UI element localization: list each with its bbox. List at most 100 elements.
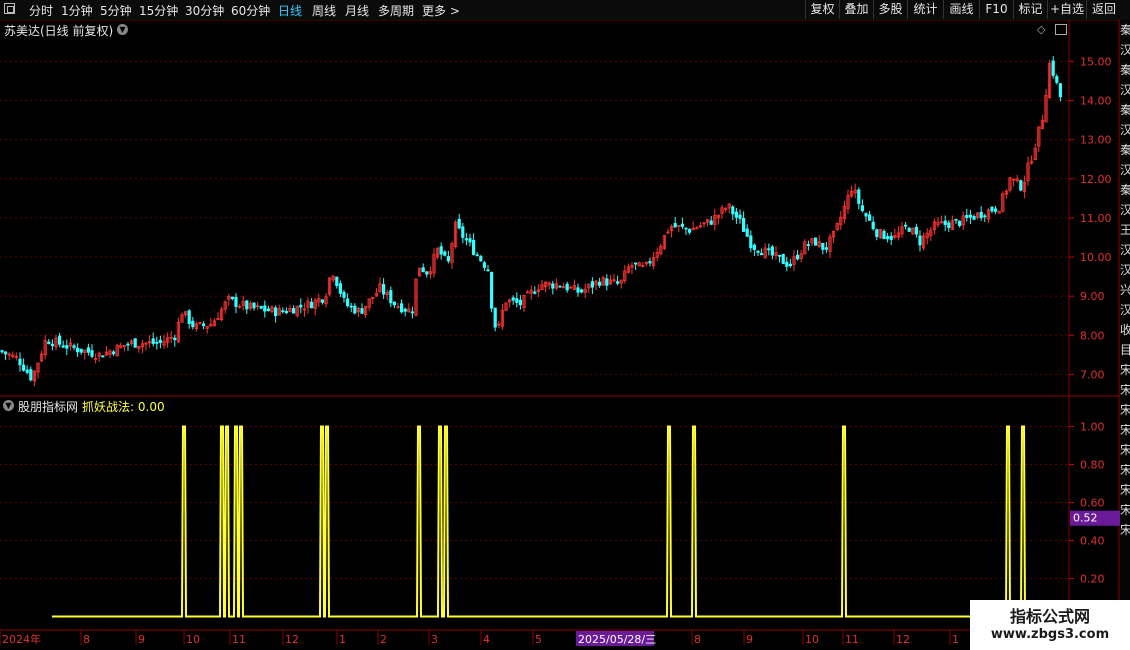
- price-tick-label: 12.00: [1080, 173, 1112, 186]
- candle-body: [590, 281, 595, 288]
- candle-body: [605, 278, 609, 286]
- candle-body: [788, 263, 793, 267]
- watermark: 指标公式网 www.zbgs3.com: [970, 600, 1130, 650]
- candle-body: [21, 364, 26, 371]
- candle-body: [871, 221, 875, 230]
- candle-body: [634, 262, 638, 265]
- candle-body: [914, 226, 919, 235]
- indicator-series-line: [52, 425, 1069, 618]
- side-panel-strip: 秦汉秦汉秦汉秦汉秦汉王汉汉兴汉收目宋宋宋宋宋宋宋宋宋: [1120, 20, 1130, 630]
- candle-body: [309, 301, 314, 309]
- date-highlight-label: 2025/05/28/三: [578, 633, 656, 646]
- candle-body: [580, 289, 584, 293]
- x-tick-label: 10: [805, 633, 819, 646]
- candle-body: [709, 220, 713, 225]
- price-tick-label: 9.00: [1080, 290, 1105, 303]
- chart-title: 苏美达(日线 前复权): [4, 24, 114, 38]
- candle-body: [673, 223, 677, 228]
- candle-body: [79, 348, 83, 353]
- candle-body: [860, 205, 865, 212]
- candle-body: [263, 305, 267, 312]
- candle-body: [479, 256, 483, 262]
- candle-body: [259, 305, 263, 309]
- side-char: 宋: [1120, 423, 1130, 437]
- side-char: 宋: [1120, 523, 1130, 537]
- cursor-value-label: 0.52: [1073, 512, 1098, 525]
- candle-body: [18, 358, 22, 366]
- side-char: 汉: [1120, 43, 1130, 57]
- candle-body: [558, 285, 562, 288]
- watermark-title: 指标公式网: [1009, 607, 1090, 626]
- candle-body: [947, 222, 951, 229]
- candle-body: [443, 251, 447, 256]
- price-tick-label: 14.00: [1080, 95, 1112, 108]
- candle-body: [515, 298, 519, 303]
- candle-body: [475, 254, 479, 257]
- candle-body: [616, 281, 620, 284]
- price-tick-label: 8.00: [1080, 329, 1105, 342]
- candle-body: [958, 220, 962, 227]
- window-toggle-icon[interactable]: [1055, 24, 1067, 35]
- x-tick-label: 2024年: [2, 632, 41, 646]
- candle-body: [907, 227, 911, 232]
- candle-body: [155, 341, 159, 344]
- side-char: 收: [1120, 323, 1130, 337]
- candle-body: [943, 220, 947, 225]
- price-tick-label: 10.00: [1080, 251, 1112, 264]
- candle-body: [972, 215, 976, 220]
- candle-body: [151, 338, 155, 344]
- candle-body: [857, 189, 861, 204]
- indicator-source: 股朋指标网: [18, 400, 79, 414]
- candle-body: [875, 229, 879, 237]
- price-tick-label: 11.00: [1080, 212, 1112, 225]
- candle-body: [201, 323, 206, 327]
- candle-body: [112, 351, 116, 355]
- price-tick-label: 7.00: [1080, 368, 1105, 381]
- candle-body: [551, 283, 555, 289]
- side-char: 兴: [1120, 283, 1130, 297]
- x-tick-label: 3: [431, 633, 438, 646]
- candle-body: [101, 355, 105, 358]
- indicator-menu-icon[interactable]: ▼: [3, 400, 14, 411]
- candle-body: [868, 214, 872, 221]
- candle-body: [335, 276, 339, 286]
- side-char: 汉: [1120, 163, 1130, 177]
- candle-body: [576, 287, 580, 293]
- price-chart[interactable]: 7.008.009.0010.0011.0012.0013.0014.0015.…: [0, 0, 1130, 650]
- chevron-down-icon[interactable]: ▼: [117, 24, 128, 35]
- candle-body: [338, 283, 343, 294]
- candle-body: [90, 350, 94, 357]
- candle-body: [486, 269, 490, 272]
- diamond-icon[interactable]: ◇: [1037, 23, 1045, 36]
- candle-body: [864, 213, 868, 217]
- candle-body: [731, 206, 735, 215]
- candle-body: [994, 208, 998, 212]
- side-char: 宋: [1120, 363, 1130, 377]
- candle-body: [439, 246, 443, 255]
- candle-body: [410, 311, 415, 314]
- candle-body: [342, 291, 346, 298]
- candle-body: [806, 244, 811, 247]
- x-tick-label: 8: [83, 633, 90, 646]
- candle-body: [58, 335, 62, 345]
- x-tick-label: 11: [845, 633, 859, 646]
- candle-body: [65, 345, 69, 349]
- x-tick-label: 12: [285, 633, 299, 646]
- candle-body: [756, 250, 760, 253]
- candle-body: [457, 218, 461, 229]
- candle-body: [281, 310, 285, 313]
- candle-body: [392, 301, 397, 306]
- candle-body: [349, 305, 353, 308]
- side-char: 汉: [1120, 123, 1130, 137]
- candle-body: [904, 224, 908, 227]
- x-tick-label: 8: [694, 633, 701, 646]
- side-char: 宋: [1120, 383, 1130, 397]
- indicator-value: 抓妖战法: 0.00: [82, 400, 165, 414]
- candle-body: [126, 343, 130, 346]
- candle-body: [1019, 180, 1023, 191]
- candle-body: [482, 262, 487, 268]
- candle-body: [399, 303, 404, 313]
- candle-body: [245, 300, 249, 310]
- candle-body: [320, 299, 325, 303]
- x-tick-label: 9: [138, 633, 145, 646]
